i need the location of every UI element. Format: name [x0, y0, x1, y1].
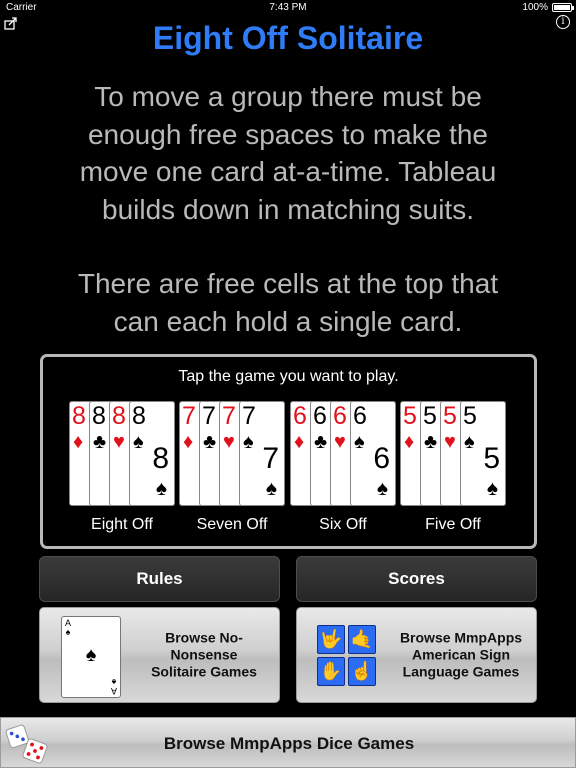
hand-sign-icon: 🤙	[348, 625, 376, 654]
page-title: Eight Off Solitaire	[152, 20, 424, 56]
instructions: To move a group there must be enough fre…	[20, 78, 556, 340]
clock: 7:43 PM	[269, 2, 307, 13]
card-rank: 6	[293, 402, 307, 430]
card-suit-icon: ♥	[334, 431, 346, 453]
card-suit-icon: ♥	[113, 431, 125, 453]
instructions-paragraph-1: To move a group there must be enough fre…	[79, 81, 497, 225]
card-suit-icon: ♠	[464, 431, 475, 453]
game-option[interactable]: 8 ♦ 8 ♣ 8 ♥ 8 ♠ 8 ♠ Eight Off	[69, 401, 175, 541]
card-suit-icon: ♠	[243, 431, 254, 453]
card-rank: 8	[132, 402, 146, 430]
card-suit-icon: ♣	[314, 431, 328, 453]
browse-asl-games-button[interactable]: 🤟 🤙 ✋ ☝ Browse MmpApps American Sign Lan…	[296, 607, 537, 703]
card-suit-icon: ♣	[424, 431, 438, 453]
card-rank: 8	[112, 402, 126, 430]
card-suit-icon: ♥	[223, 431, 235, 453]
card-rank: 6	[353, 402, 367, 430]
scores-button[interactable]: Scores	[296, 556, 537, 602]
card-rank: 5	[423, 402, 437, 430]
card-rank: 8	[92, 402, 106, 430]
card-fan: 6 ♦ 6 ♣ 6 ♥ 6 ♠ 6 ♠	[290, 401, 396, 506]
game-option-label: Five Off	[425, 516, 481, 533]
browse-dice-games-button[interactable]: Browse MmpApps Dice Games	[0, 717, 576, 768]
card-suit-large-icon: ♠	[486, 477, 498, 500]
card-suit-icon: ♦	[73, 431, 84, 453]
game-chooser-prompt: Tap the game you want to play.	[178, 368, 399, 385]
card-rank: 5	[403, 402, 417, 430]
browse-dice-label: Browse MmpApps Dice Games	[163, 734, 415, 753]
game-option[interactable]: 5 ♦ 5 ♣ 5 ♥ 5 ♠ 5 ♠ Five Off	[400, 401, 506, 541]
card-rank: 6	[313, 402, 327, 430]
card-rank: 5	[443, 402, 457, 430]
card-suit-icon: ♣	[93, 431, 107, 453]
card-rank: 7	[242, 402, 256, 430]
card-suit-large-icon: ♠	[265, 477, 277, 500]
browse-solitaire-games-button[interactable]: A ♠ ♠ A ♠ Browse No- Nonsense Solitaire Ga…	[39, 607, 280, 703]
card-suit-icon: ♦	[183, 431, 194, 453]
game-chooser-panel: Tap the game you want to play. 8 ♦ 8 ♣ 8 ♥ 8 ♠ 8…	[40, 354, 537, 549]
card-rank: 7	[222, 402, 236, 430]
card-rank-large: 5	[483, 442, 500, 475]
hand-sign-icon: 🤟	[317, 625, 345, 654]
game-option-label: Eight Off	[91, 516, 153, 533]
spade-icon: ♠	[85, 644, 97, 666]
card-rank-large: 7	[262, 442, 279, 475]
card-rank: 7	[182, 402, 196, 430]
rules-button[interactable]: Rules	[39, 556, 280, 602]
hand-sign-icon: ☝	[348, 657, 376, 686]
card-suit-icon: ♦	[294, 431, 305, 453]
game-option[interactable]: 6 ♦ 6 ♣ 6 ♥ 6 ♠ 6 ♠ Six Off	[290, 401, 396, 541]
card-suit-icon: ♣	[203, 431, 217, 453]
card-suit-icon: ♦	[404, 431, 415, 453]
card-rank-large: 6	[373, 442, 390, 475]
battery-icon	[552, 3, 574, 12]
card-suit-large-icon: ♠	[376, 477, 388, 500]
card-fan: 5 ♦ 5 ♣ 5 ♥ 5 ♠ 5 ♠	[400, 401, 506, 506]
card-rank: 7	[202, 402, 216, 430]
battery-percent: 100%	[522, 2, 548, 13]
card-suit-icon: ♥	[444, 431, 456, 453]
sign-language-hands-icon: 🤟 🤙 ✋ ☝	[317, 625, 377, 687]
game-option-label: Seven Off	[196, 516, 268, 533]
card-fan: 8 ♦ 8 ♣ 8 ♥ 8 ♠ 8 ♠	[69, 401, 175, 506]
card-suit-icon: ♠	[354, 431, 365, 453]
ace-of-spades-card: A ♠ ♠ A ♠	[61, 616, 121, 698]
game-option-label: Six Off	[319, 516, 367, 533]
card-rank: 8	[72, 402, 86, 430]
card-fan: 7 ♦ 7 ♣ 7 ♥ 7 ♠ 7 ♠	[179, 401, 285, 506]
browse-solitaire-label: Browse No- Nonsense Solitaire Games	[151, 629, 257, 680]
instructions-paragraph-2: There are free cells at the top that can…	[77, 268, 499, 337]
card-suit-icon: ♠	[133, 431, 144, 453]
browse-asl-label: Browse MmpApps American Sign Language Ga…	[399, 629, 523, 680]
game-option[interactable]: 7 ♦ 7 ♣ 7 ♥ 7 ♠ 7 ♠ Seven Off	[179, 401, 285, 541]
card-rank: 6	[333, 402, 347, 430]
playing-card: 7 ♠ 7 ♠	[239, 401, 285, 506]
ace-corner-bottom: A ♠	[110, 677, 117, 696]
status-bar: Carrier 7:43 PM 100%	[0, 0, 576, 16]
playing-card: 6 ♠ 6 ♠	[350, 401, 396, 506]
hand-sign-icon: ✋	[317, 657, 345, 686]
playing-card: 5 ♠ 5 ♠	[460, 401, 506, 506]
playing-card: 8 ♠ 8 ♠	[129, 401, 175, 506]
card-rank: 5	[463, 402, 477, 430]
card-rank-large: 8	[152, 442, 169, 475]
card-suit-large-icon: ♠	[155, 477, 167, 500]
ace-corner-top: A ♠	[65, 618, 72, 637]
